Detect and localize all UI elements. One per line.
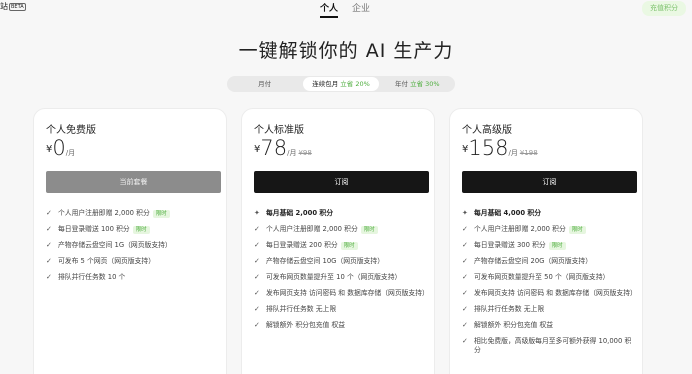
check-icon: ✓ xyxy=(46,273,52,281)
feature-item: ✓ 发布网页支持 访问密码 和 数据库存储（网页版支持） xyxy=(254,289,429,297)
check-icon: ✓ xyxy=(462,305,468,313)
limited-time-badge: 限时 xyxy=(132,226,150,234)
limited-time-badge: 限时 xyxy=(568,226,586,234)
feature-item: ✓ 解锁额外 积分包充值 权益 xyxy=(462,321,554,329)
plan-card-premium: 个人高级版 ¥158/月 ¥198 订阅 ✦ 每月基础 4,000 积分 ✓ 个人用户… xyxy=(449,108,643,374)
price-period: /月 xyxy=(65,149,76,157)
feature-item: ✓ 个人用户注册即赠 2,000 积分 限时 xyxy=(46,209,222,218)
recharge-points-button[interactable]: 充值积分 xyxy=(642,1,686,16)
feature-item: ✓ 每日登录赠送 100 积分 限时 xyxy=(46,225,222,234)
check-icon: ✓ xyxy=(462,321,468,329)
check-icon: ✓ xyxy=(254,273,260,281)
billing-option-continuous-monthly[interactable]: 连续包月 立省 20% xyxy=(303,77,379,91)
subscribe-button[interactable]: 订阅 xyxy=(462,171,637,193)
price-amount: 158 xyxy=(468,136,509,160)
billing-period-toggle: 月付 连续包月 立省 20% 年付 立省 30% xyxy=(227,76,455,92)
check-icon: ✓ xyxy=(46,209,52,217)
plan-card-standard: 个人标准版 ¥78/月 ¥98 订阅 ✦ 每月基础 2,000 积分 ✓ 个人用户注册… xyxy=(241,108,435,374)
discount-label: 立省 30% xyxy=(410,80,440,88)
limited-time-badge: 限时 xyxy=(340,242,358,250)
feature-item: ✓ 产物存储云盘空间 10G（网页版支持） xyxy=(254,257,385,265)
feature-item: ✓ 产物存储云盘空间 20G（网页版支持） xyxy=(462,257,593,265)
price-period: /月 xyxy=(508,149,518,157)
feature-item: ✓ 可发布网页数量提升至 50 个（网页版支持） xyxy=(462,273,610,281)
check-icon: ✓ xyxy=(46,225,52,233)
price-amount: 78 xyxy=(260,136,288,160)
plan-price: ¥78/月 ¥98 xyxy=(254,136,312,160)
page-title: 一键解锁你的 AI 生产力 xyxy=(238,40,454,62)
feature-item: ✓ 排队并行任务数 10 个 xyxy=(46,273,126,281)
original-price: ¥98 xyxy=(298,149,312,157)
logo-text: 站 xyxy=(0,2,8,11)
check-icon: ✓ xyxy=(254,289,260,297)
check-icon: ✓ xyxy=(46,257,52,265)
beta-badge: BETA xyxy=(9,3,26,11)
check-icon: ✓ xyxy=(462,289,468,297)
top-bar: 站 BETA 个人 企业 充值积分 xyxy=(0,0,692,18)
feature-item: ✓ 排队并行任务数 无上限 xyxy=(462,305,545,313)
sparkle-icon: ✦ xyxy=(254,209,260,217)
check-icon: ✓ xyxy=(254,257,260,265)
feature-list: ✓ 个人用户注册即赠 2,000 积分 限时 ✓ 每日登录赠送 100 积分 限时 ✓ 产… xyxy=(46,209,222,289)
tab-personal[interactable]: 个人 xyxy=(320,1,339,18)
feature-item: ✓ 个人用户注册即赠 2,000 积分 限时 xyxy=(254,225,430,234)
price-period: /月 xyxy=(287,149,297,157)
check-icon: ✓ xyxy=(462,273,468,281)
tab-enterprise[interactable]: 企业 xyxy=(352,1,370,18)
plan-name: 个人高级版 xyxy=(462,125,512,136)
logo[interactable]: 站 BETA xyxy=(0,1,26,12)
discount-label: 立省 20% xyxy=(340,80,370,88)
feature-item: ✓ 可发布 5 个网页（网页版支持） xyxy=(46,257,156,265)
limited-time-badge: 限时 xyxy=(152,210,170,218)
original-price: ¥198 xyxy=(519,149,538,157)
plan-price: ¥0/月 xyxy=(46,136,75,160)
current-plan-button[interactable]: 当前套餐 xyxy=(46,171,221,193)
check-icon: ✓ xyxy=(254,305,260,313)
feature-item: ✓ 可发布网页数量提升至 10 个（网页版支持） xyxy=(254,273,402,281)
feature-item: ✓ 解锁额外 积分包充值 权益 xyxy=(254,321,346,329)
plan-price: ¥158/月 ¥198 xyxy=(462,136,538,160)
plan-type-tabs: 个人 企业 xyxy=(320,1,370,18)
feature-list: ✦ 每月基础 4,000 积分 ✓ 个人用户注册即赠 2,000 积分 限时 ✓ 每日登… xyxy=(462,209,638,362)
feature-item: ✓ 每日登录赠送 200 积分 限时 xyxy=(254,241,430,250)
check-icon: ✓ xyxy=(46,241,52,249)
check-icon: ✓ xyxy=(462,241,468,249)
plan-card-free: 个人免费版 ¥0/月 当前套餐 ✓ 个人用户注册即赠 2,000 积分 限时 ✓ 每日… xyxy=(33,108,227,374)
plan-name: 个人免费版 xyxy=(46,125,96,136)
feature-list: ✦ 每月基础 2,000 积分 ✓ 个人用户注册即赠 2,000 积分 限时 ✓ 每日登… xyxy=(254,209,430,337)
feature-item: ✓ 个人用户注册即赠 2,000 积分 限时 xyxy=(462,225,638,234)
check-icon: ✓ xyxy=(254,225,260,233)
monthly-points-highlight: ✦ 每月基础 2,000 积分 xyxy=(254,209,334,217)
feature-item: ✓ 每日登录赠送 300 积分 限时 xyxy=(462,241,638,250)
check-icon: ✓ xyxy=(462,337,468,345)
sparkle-icon: ✦ xyxy=(462,209,468,217)
monthly-points-highlight: ✦ 每月基础 4,000 积分 xyxy=(462,209,542,217)
check-icon: ✓ xyxy=(462,257,468,265)
feature-item: ✓ 产物存储云盘空间 1G（网页版支持） xyxy=(46,241,172,249)
check-icon: ✓ xyxy=(254,241,260,249)
price-amount: 0 xyxy=(52,136,66,160)
limited-time-badge: 限时 xyxy=(360,226,378,234)
plan-name: 个人标准版 xyxy=(254,125,304,136)
feature-item: ✓ 发布网页支持 访问密码 和 数据库存储（网页版支持） xyxy=(462,289,637,297)
check-icon: ✓ xyxy=(254,321,260,329)
subscribe-button[interactable]: 订阅 xyxy=(254,171,429,193)
billing-option-monthly[interactable]: 月付 xyxy=(227,76,302,92)
feature-item: ✓ 相比免费版，高级版每月至多可额外获得 10,000 积分 xyxy=(462,337,632,354)
feature-item: ✓ 排队并行任务数 无上限 xyxy=(254,305,337,313)
check-icon: ✓ xyxy=(462,225,468,233)
billing-option-yearly[interactable]: 年付 立省 30% xyxy=(380,76,455,92)
limited-time-badge: 限时 xyxy=(548,242,566,250)
